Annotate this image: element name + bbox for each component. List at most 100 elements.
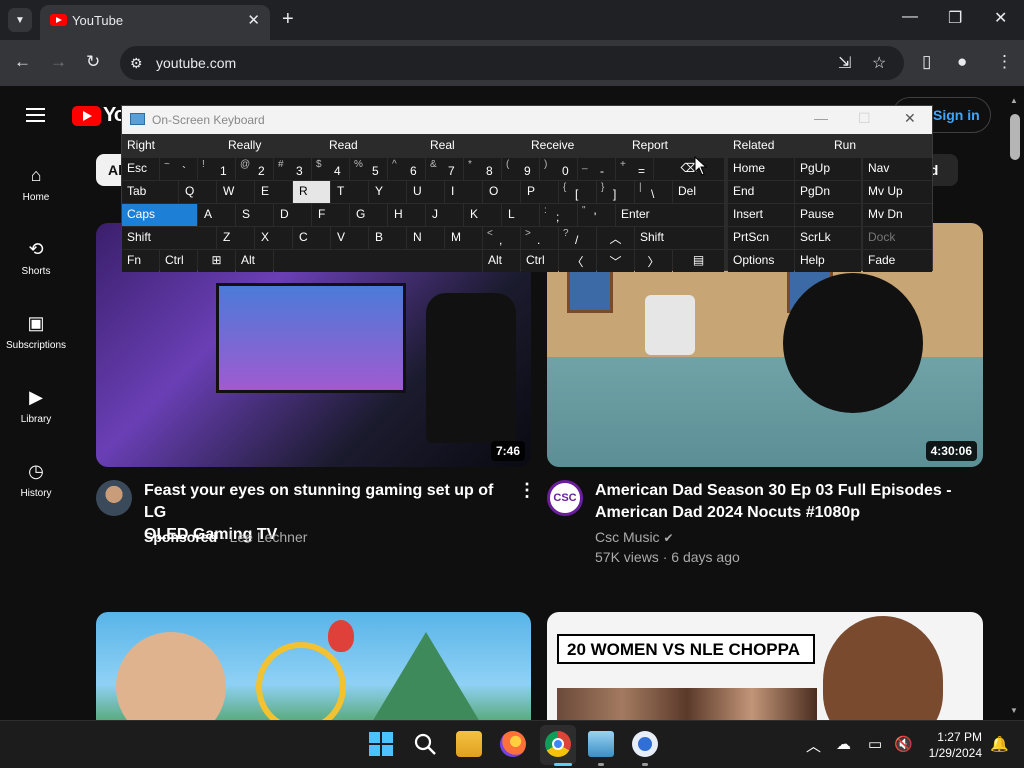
key-6[interactable]: ^ 6 <box>388 158 425 180</box>
new-tab-button[interactable]: + <box>282 8 294 30</box>
key-dock[interactable]: Dock <box>863 227 932 249</box>
key-f[interactable]: F <box>312 204 349 226</box>
key-del[interactable]: Del <box>673 181 724 203</box>
key-scrlk[interactable]: ScrLk <box>795 227 861 249</box>
key-n[interactable]: N <box>407 227 444 249</box>
key-quote[interactable]: " ' <box>578 204 615 226</box>
key-prtscn[interactable]: PrtScn <box>728 227 794 249</box>
key-a[interactable]: A <box>198 204 235 226</box>
channel-name[interactable]: Lee Lechner <box>230 529 308 545</box>
backspace-key[interactable]: ⌫ <box>654 158 724 180</box>
forward-arrow-icon[interactable]: → <box>50 52 67 72</box>
key-y[interactable]: Y <box>369 181 406 203</box>
side-panel-icon[interactable]: ▯ <box>922 52 931 72</box>
profile-icon[interactable]: ● <box>957 52 967 72</box>
key-mv-up[interactable]: Mv Up <box>863 181 932 203</box>
key-ctrl-right[interactable]: Ctrl <box>521 250 558 272</box>
channel-name[interactable]: Csc Music <box>595 529 660 545</box>
key-period[interactable]: >. <box>521 227 558 249</box>
display-icon[interactable]: ▭ <box>868 735 882 753</box>
bookmark-star-icon[interactable]: ☆ <box>872 53 886 73</box>
key-v[interactable]: V <box>331 227 368 249</box>
install-app-icon[interactable]: ⇲ <box>838 53 851 73</box>
key-k[interactable]: K <box>464 204 501 226</box>
osk-close-button[interactable]: ✕ <box>904 110 916 127</box>
key-b[interactable]: B <box>369 227 406 249</box>
address-bar[interactable]: ⚙ youtube.com ⇲ ☆ <box>120 46 904 80</box>
key-7[interactable]: & 7 <box>426 158 463 180</box>
guide-item-home[interactable]: ⌂ Home <box>0 164 72 203</box>
key-pause[interactable]: Pause <box>795 204 861 226</box>
key-g[interactable]: G <box>350 204 387 226</box>
key-i[interactable]: I <box>445 181 482 203</box>
key-caps[interactable]: Caps <box>122 204 197 226</box>
key-3[interactable]: #3 <box>274 158 311 180</box>
key-l[interactable]: L <box>502 204 539 226</box>
osk-minimize-button[interactable]: — <box>814 110 828 126</box>
key-space[interactable] <box>274 250 482 272</box>
key-shift-left[interactable]: Shift <box>122 227 216 249</box>
scroll-up-icon[interactable]: ▲ <box>1010 96 1018 105</box>
key-windows[interactable]: ⊞ <box>198 250 235 272</box>
key-fade[interactable]: Fade <box>863 250 932 272</box>
key-fn[interactable]: Fn <box>122 250 159 272</box>
prediction-key[interactable]: Receive <box>526 135 626 157</box>
chrome-menu-icon[interactable]: ⋮ <box>996 52 1013 72</box>
key-options[interactable]: Options <box>728 250 794 272</box>
key-9[interactable]: (9 <box>502 158 539 180</box>
key-arrow-up[interactable]: ︿ <box>597 227 634 249</box>
scroll-down-icon[interactable]: ▼ <box>1010 706 1018 715</box>
tab-youtube[interactable]: YouTube ✕ <box>40 5 270 40</box>
key-slash[interactable]: ? / <box>559 227 596 249</box>
key-pgup[interactable]: PgUp <box>795 158 861 180</box>
onedrive-icon[interactable]: ☁ <box>836 735 851 753</box>
video-title[interactable]: American Dad Season 30 Ep 03 Full Episod… <box>595 480 975 524</box>
key-1[interactable]: ! 1 <box>198 158 235 180</box>
osk-title-bar[interactable]: On-Screen Keyboard — ☐ ✕ <box>122 106 932 134</box>
file-explorer-icon[interactable] <box>456 731 482 757</box>
key-w[interactable]: W <box>217 181 254 203</box>
key-enter[interactable]: Enter <box>616 204 724 226</box>
firefox-icon[interactable] <box>500 731 526 757</box>
key-tab[interactable]: Tab <box>122 181 178 203</box>
guide-item-subscriptions[interactable]: ▣ Subscriptions <box>0 312 72 351</box>
key-home[interactable]: Home <box>728 158 794 180</box>
key-5[interactable]: % 5 <box>350 158 387 180</box>
key-nav[interactable]: Nav <box>863 158 932 180</box>
key-t[interactable]: T <box>331 181 368 203</box>
key-equals[interactable]: + = <box>616 158 653 180</box>
key-c[interactable]: C <box>293 227 330 249</box>
key-semicolon[interactable]: :; <box>540 204 577 226</box>
key-arrow-down[interactable]: ﹀ <box>597 250 634 272</box>
key-help[interactable]: Help <box>795 250 861 272</box>
key-alt-left[interactable]: Alt <box>236 250 273 272</box>
key-comma[interactable]: <, <box>483 227 520 249</box>
chrome-icon[interactable] <box>545 731 571 757</box>
key-mv-dn[interactable]: Mv Dn <box>863 204 932 226</box>
volume-muted-icon[interactable]: 🔇 <box>894 735 913 753</box>
video-thumbnail[interactable] <box>96 612 531 720</box>
key-d[interactable]: D <box>274 204 311 226</box>
scrollbar-thumb[interactable] <box>1010 114 1020 160</box>
key-x[interactable]: X <box>255 227 292 249</box>
clock[interactable]: 1:27 PM 1/29/2024 <box>920 729 982 761</box>
guide-item-history[interactable]: ◷ History <box>0 460 72 499</box>
more-actions-icon[interactable]: ⋮ <box>518 480 536 501</box>
key-r[interactable]: R <box>293 181 330 203</box>
start-button[interactable] <box>368 731 394 757</box>
avatar[interactable] <box>96 480 132 516</box>
notification-bell-icon[interactable]: 🔔 <box>990 735 1009 753</box>
prediction-key[interactable]: Read <box>324 135 424 157</box>
prediction-key[interactable]: Right <box>122 135 222 157</box>
tab-search-button[interactable]: ▼ <box>8 8 32 32</box>
key-end[interactable]: End <box>728 181 794 203</box>
prediction-key[interactable]: Real <box>425 135 525 157</box>
minimize-button[interactable]: — <box>902 8 918 26</box>
key-menu[interactable]: ▤ <box>673 250 724 272</box>
key-shift-right[interactable]: Shift <box>635 227 724 249</box>
back-arrow-icon[interactable]: ← <box>14 52 31 72</box>
key-h[interactable]: H <box>388 204 425 226</box>
tab-close-icon[interactable]: ✕ <box>247 11 260 29</box>
prediction-key[interactable]: Run <box>829 135 932 157</box>
key-8[interactable]: * 8 <box>464 158 501 180</box>
